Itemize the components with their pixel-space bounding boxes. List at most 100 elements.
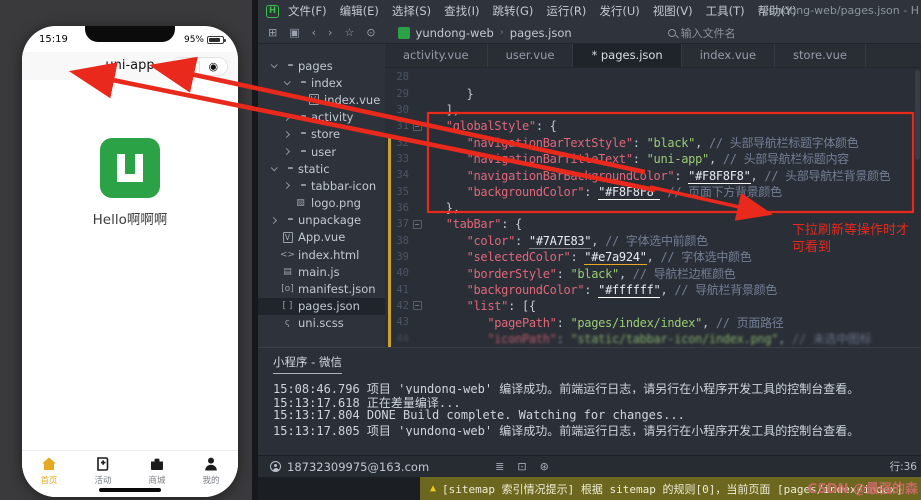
tree-item-index.html[interactable]: <> index.html [258,246,385,263]
tree-item-static[interactable]: static [258,160,385,177]
code-line-32[interactable]: 32 "navigationBarTextStyle": "black", //… [385,134,921,150]
statusbar-icons: ≣ ⊡ ⊛ [495,460,549,473]
tree-item-logo.png[interactable]: ▨ logo.png [258,195,385,212]
code-text: "navigationBarTitleText": "uni-app", // … [466,152,850,167]
tree-item-main.js[interactable]: ▤ main.js [258,263,385,280]
chevron-right-icon[interactable] [282,182,290,190]
status-bar: 18732309975@163.com ≣ ⊡ ⊛ 行:36 [258,455,921,477]
account-menu[interactable]: 18732309975@163.com [270,460,429,474]
tree-item-store[interactable]: store [258,126,385,143]
fold-toggle-icon[interactable]: − [412,301,422,311]
vue-file-icon: V [306,94,321,106]
console-log-line: 15:13:17.618 正在差量编译... [273,396,461,409]
code-line-36[interactable]: 36 }, [385,200,921,216]
code-line-34[interactable]: 34 "navigationBarBackgroundColor": "#F8F… [385,167,921,184]
editor-scrollbar[interactable] [915,70,920,160]
code-line-35[interactable]: 35 "backgroundColor": "#F8F8F8" // 页面下方背… [385,183,921,201]
new-file-icon[interactable]: ⊞ [268,26,277,39]
close-target-icon[interactable]: ◉ [200,58,228,76]
wechat-capsule[interactable]: ••• ◉ [170,57,228,76]
panel-icon[interactable]: ⊡ [517,460,526,473]
account-email[interactable]: 18732309975@163.com [287,460,429,474]
menu-item[interactable]: 编辑(E) [340,3,379,19]
more-menu-icon[interactable]: ••• [171,57,199,76]
tab-activity.vue[interactable]: activity.vue [385,44,488,67]
tab-index.vue[interactable]: index.vue [682,44,776,67]
chevron-down-icon[interactable] [283,78,291,86]
code-line-40[interactable]: 40 "borderStyle": "black", // 导航栏边框颜色 [385,265,921,281]
menu-item[interactable]: 发行(U) [599,3,639,19]
phone-nav-bar: uni-app ••• ◉ [22,52,238,80]
menu-item[interactable]: 视图(V) [653,3,693,19]
tab-user.vue[interactable]: user.vue [488,44,574,67]
code-line-43[interactable]: 43 "pagePath": "pages/index/index", // 页… [385,314,921,330]
console-output: 15:08:46.796 项目 'yundong-web' 编译成功。前端运行日… [273,380,915,436]
menu-item[interactable]: 文件(F) [288,3,327,19]
chevron-down-icon[interactable] [270,61,278,69]
breadcrumb-file[interactable]: pages.json [510,26,572,40]
tree-item-label: activity [311,110,354,125]
menu-item[interactable]: 工具(T) [706,3,745,19]
forward-icon[interactable]: › [328,26,332,39]
menu-item[interactable]: 运行(R) [546,3,586,19]
save-icon[interactable]: ▣ [289,26,299,39]
phone-tab-我的[interactable]: 我的 [184,451,238,490]
phone-time: 15:19 [39,34,68,45]
phone-tab-首页[interactable]: 首页 [22,451,76,490]
chevron-right-icon[interactable] [269,216,277,224]
phone-tab-商城[interactable]: 商城 [130,451,184,490]
tree-item-pages[interactable]: pages [258,57,385,74]
fold-toggle-icon[interactable]: − [412,121,422,131]
code-line-31[interactable]: 31− "globalStyle": { [385,118,921,134]
code-editor[interactable]: 28 29 } 30 ], 31− "globalStyle": {32 "navig… [385,68,921,347]
tree-item-manifest.json[interactable]: [o] manifest.json [258,280,385,297]
code-line-30[interactable]: 30 ], [385,102,921,118]
code-line-41[interactable]: 41 "backgroundColor": "#ffffff", // 导航栏背… [385,281,921,299]
file-search-input[interactable]: 输入文件名 [667,25,736,41]
chevron-right-icon[interactable] [282,147,290,156]
star-icon[interactable]: ☆ [344,26,354,39]
code-line-33[interactable]: 33 "navigationBarTitleText": "uni-app", … [385,151,921,167]
js-file-icon: ▤ [283,266,292,277]
phone-tab-label: 我的 [202,475,220,486]
breadcrumb-project[interactable]: yundong-web [416,26,494,40]
code-line-38[interactable]: 38 "color": "#7A7E83", // 字体选中前颜色 [385,232,921,250]
tab-pages.json[interactable]: * pages.json [573,44,682,67]
back-icon[interactable]: ‹ [312,26,316,39]
chevron-down-icon[interactable] [270,164,278,172]
code-line-28[interactable]: 28 [385,69,921,85]
tree-item-index[interactable]: index [258,74,385,91]
tree-item-user[interactable]: user [258,143,385,160]
chevron-right-icon[interactable] [282,130,290,138]
tree-item-unpackage[interactable]: unpackage [258,212,385,229]
search-placeholder: 输入文件名 [680,26,736,40]
tree-item-uni.scss[interactable]: ς uni.scss [258,315,385,332]
tree-item-tabbar-icon[interactable]: tabbar-icon [258,177,385,194]
menu-item[interactable]: 跳转(G) [493,3,534,19]
globe-icon[interactable]: ⊛ [540,460,549,473]
code-line-42[interactable]: 42− "list": [{ [385,298,921,314]
code-line-29[interactable]: 29 } [385,85,921,101]
breadcrumb[interactable]: yundong-web › pages.json [397,26,572,40]
code-line-39[interactable]: 39 "selectedColor": "#e7a924", // 字体选中颜色 [385,249,921,266]
run-icon[interactable]: ⊙ [366,26,375,39]
tree-item-App.vue[interactable]: V App.vue [258,229,385,246]
phone-tab-活动[interactable]: 活动 [76,451,130,490]
menu-item[interactable]: 查找(I) [444,3,479,19]
fold-toggle-icon[interactable]: − [412,219,422,229]
sitemap-notification[interactable]: ▲ [sitemap 索引情况提示] 根据 sitemap 的规则[0]，当前页… [420,477,921,500]
code-line-37[interactable]: 37− "tabBar": { [385,216,921,232]
console-tab-weixin[interactable]: 小程序 - 微信 [273,354,342,374]
home-indicator[interactable] [99,488,161,492]
menu-item[interactable]: 选择(S) [392,3,431,19]
tree-item-pages.json[interactable]: [ ] pages.json [258,297,385,315]
line-number: 44 [396,332,409,345]
code-line-44[interactable]: 44 "iconPath": "static/tabbar-icon/index… [385,331,921,347]
code-text: ], [425,102,460,117]
list-icon[interactable]: ≣ [495,460,504,473]
project-explorer: pages index Vindex.vue activity store user sta… [258,44,385,347]
tree-item-activity[interactable]: activity [258,109,385,126]
tab-store.vue[interactable]: store.vue [775,44,866,67]
chevron-right-icon[interactable] [282,113,290,121]
tree-item-index.vue[interactable]: Vindex.vue [258,91,385,108]
